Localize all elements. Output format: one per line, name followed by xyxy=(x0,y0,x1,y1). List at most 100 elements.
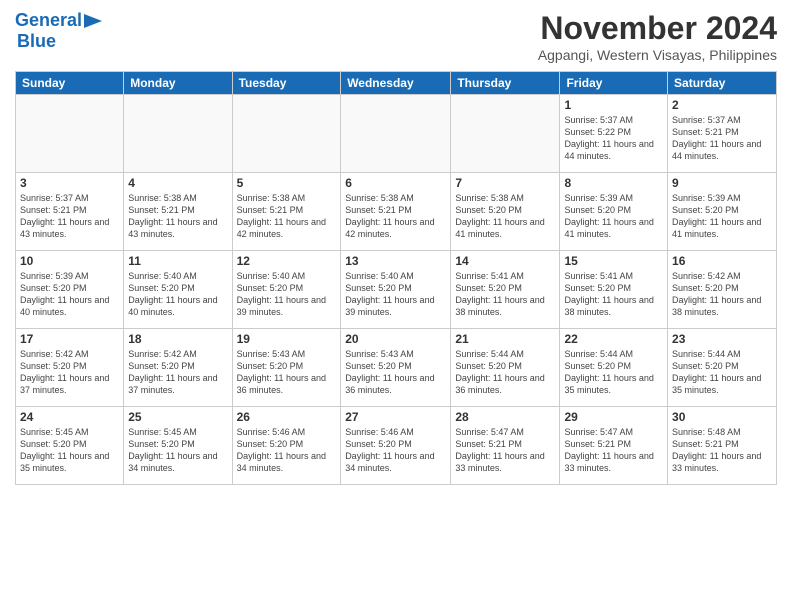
calendar-cell: 7Sunrise: 5:38 AM Sunset: 5:20 PM Daylig… xyxy=(451,173,560,251)
day-info: Sunrise: 5:41 AM Sunset: 5:20 PM Dayligh… xyxy=(455,270,555,319)
week-row-5: 24 Sunrise: 5:45 AM Sunset: 5:20 PM Dayli… xyxy=(16,407,777,485)
calendar-cell: 23Sunrise: 5:44 AM Sunset: 5:20 PM Dayli… xyxy=(668,329,777,407)
day-info: Sunrise: 5:39 AM Sunset: 5:20 PM Dayligh… xyxy=(20,270,119,319)
day-info: Sunrise: 5:38 AM Sunset: 5:21 PM Dayligh… xyxy=(345,192,446,241)
calendar-cell: 8 Sunrise: 5:39 AM Sunset: 5:20 PM Daylig… xyxy=(560,173,668,251)
day-info: Sunrise: 5:41 AM Sunset: 5:20 PM Dayligh… xyxy=(564,270,663,319)
calendar-cell xyxy=(232,95,341,173)
calendar-cell: 5 Sunrise: 5:38 AM Sunset: 5:21 PM Daylig… xyxy=(232,173,341,251)
page: General Blue November 2024 Agpangi, West… xyxy=(0,0,792,612)
calendar-cell: 21 Sunrise: 5:44 AM Sunset: 5:20 PM Dayli… xyxy=(451,329,560,407)
day-number: 29 xyxy=(564,410,663,424)
week-row-3: 10 Sunrise: 5:39 AM Sunset: 5:20 PM Dayli… xyxy=(16,251,777,329)
day-info: Sunrise: 5:46 AM Sunset: 5:20 PM Dayligh… xyxy=(237,426,337,475)
day-info: Sunrise: 5:42 AM Sunset: 5:20 PM Dayligh… xyxy=(128,348,227,397)
day-number: 4 xyxy=(128,176,227,190)
calendar-cell: 29 Sunrise: 5:47 AM Sunset: 5:21 PM Dayli… xyxy=(560,407,668,485)
day-number: 13 xyxy=(345,254,446,268)
calendar-cell: 22Sunrise: 5:44 AM Sunset: 5:20 PM Dayli… xyxy=(560,329,668,407)
day-info: Sunrise: 5:37 AM Sunset: 5:21 PM Dayligh… xyxy=(672,114,772,163)
day-number: 5 xyxy=(237,176,337,190)
day-info: Sunrise: 5:40 AM Sunset: 5:20 PM Dayligh… xyxy=(237,270,337,319)
day-info: Sunrise: 5:45 AM Sunset: 5:20 PM Dayligh… xyxy=(128,426,227,475)
day-number: 20 xyxy=(345,332,446,346)
week-row-4: 17 Sunrise: 5:42 AM Sunset: 5:20 PM Dayli… xyxy=(16,329,777,407)
header: General Blue November 2024 Agpangi, West… xyxy=(15,10,777,63)
day-info: Sunrise: 5:45 AM Sunset: 5:20 PM Dayligh… xyxy=(20,426,119,475)
calendar-cell: 30 Sunrise: 5:48 AM Sunset: 5:21 PM Dayli… xyxy=(668,407,777,485)
day-number: 21 xyxy=(455,332,555,346)
day-number: 18 xyxy=(128,332,227,346)
calendar-cell: 27 Sunrise: 5:46 AM Sunset: 5:20 PM Dayli… xyxy=(341,407,451,485)
day-number: 15 xyxy=(564,254,663,268)
col-header-wednesday: Wednesday xyxy=(341,72,451,95)
week-row-1: 1 Sunrise: 5:37 AM Sunset: 5:22 PM Daylig… xyxy=(16,95,777,173)
calendar-cell: 25Sunrise: 5:45 AM Sunset: 5:20 PM Dayli… xyxy=(124,407,232,485)
calendar-cell: 9Sunrise: 5:39 AM Sunset: 5:20 PM Daylig… xyxy=(668,173,777,251)
day-number: 17 xyxy=(20,332,119,346)
day-info: Sunrise: 5:42 AM Sunset: 5:20 PM Dayligh… xyxy=(20,348,119,397)
day-number: 3 xyxy=(20,176,119,190)
day-number: 1 xyxy=(564,98,663,112)
calendar-cell: 12 Sunrise: 5:40 AM Sunset: 5:20 PM Dayli… xyxy=(232,251,341,329)
calendar-cell: 4 Sunrise: 5:38 AM Sunset: 5:21 PM Daylig… xyxy=(124,173,232,251)
day-number: 8 xyxy=(564,176,663,190)
day-number: 27 xyxy=(345,410,446,424)
calendar-cell: 17 Sunrise: 5:42 AM Sunset: 5:20 PM Dayli… xyxy=(16,329,124,407)
day-info: Sunrise: 5:44 AM Sunset: 5:20 PM Dayligh… xyxy=(564,348,663,397)
logo-arrow-icon xyxy=(82,12,104,30)
calendar-header-row: SundayMondayTuesdayWednesdayThursdayFrid… xyxy=(16,72,777,95)
day-number: 9 xyxy=(672,176,772,190)
day-info: Sunrise: 5:42 AM Sunset: 5:20 PM Dayligh… xyxy=(672,270,772,319)
day-number: 23 xyxy=(672,332,772,346)
day-number: 19 xyxy=(237,332,337,346)
calendar-cell: 2 Sunrise: 5:37 AM Sunset: 5:21 PM Daylig… xyxy=(668,95,777,173)
calendar-cell: 11Sunrise: 5:40 AM Sunset: 5:20 PM Dayli… xyxy=(124,251,232,329)
calendar-cell xyxy=(341,95,451,173)
day-info: Sunrise: 5:47 AM Sunset: 5:21 PM Dayligh… xyxy=(564,426,663,475)
day-number: 28 xyxy=(455,410,555,424)
logo-blue: Blue xyxy=(17,31,56,52)
calendar-cell: 6Sunrise: 5:38 AM Sunset: 5:21 PM Daylig… xyxy=(341,173,451,251)
calendar-cell: 13 Sunrise: 5:40 AM Sunset: 5:20 PM Dayli… xyxy=(341,251,451,329)
day-number: 14 xyxy=(455,254,555,268)
day-info: Sunrise: 5:40 AM Sunset: 5:20 PM Dayligh… xyxy=(345,270,446,319)
day-info: Sunrise: 5:48 AM Sunset: 5:21 PM Dayligh… xyxy=(672,426,772,475)
day-info: Sunrise: 5:37 AM Sunset: 5:22 PM Dayligh… xyxy=(564,114,663,163)
day-number: 24 xyxy=(20,410,119,424)
day-info: Sunrise: 5:38 AM Sunset: 5:21 PM Dayligh… xyxy=(237,192,337,241)
day-info: Sunrise: 5:43 AM Sunset: 5:20 PM Dayligh… xyxy=(345,348,446,397)
calendar-cell: 20 Sunrise: 5:43 AM Sunset: 5:20 PM Dayli… xyxy=(341,329,451,407)
day-info: Sunrise: 5:47 AM Sunset: 5:21 PM Dayligh… xyxy=(455,426,555,475)
day-info: Sunrise: 5:46 AM Sunset: 5:20 PM Dayligh… xyxy=(345,426,446,475)
col-header-sunday: Sunday xyxy=(16,72,124,95)
calendar-cell: 14 Sunrise: 5:41 AM Sunset: 5:20 PM Dayli… xyxy=(451,251,560,329)
day-number: 2 xyxy=(672,98,772,112)
calendar-table: SundayMondayTuesdayWednesdayThursdayFrid… xyxy=(15,71,777,485)
day-number: 16 xyxy=(672,254,772,268)
calendar-cell: 1 Sunrise: 5:37 AM Sunset: 5:22 PM Daylig… xyxy=(560,95,668,173)
calendar-cell: 3 Sunrise: 5:37 AM Sunset: 5:21 PM Daylig… xyxy=(16,173,124,251)
title-block: November 2024 Agpangi, Western Visayas, … xyxy=(538,10,777,63)
day-info: Sunrise: 5:44 AM Sunset: 5:20 PM Dayligh… xyxy=(455,348,555,397)
col-header-monday: Monday xyxy=(124,72,232,95)
calendar-cell: 16 Sunrise: 5:42 AM Sunset: 5:20 PM Dayli… xyxy=(668,251,777,329)
day-number: 30 xyxy=(672,410,772,424)
col-header-thursday: Thursday xyxy=(451,72,560,95)
day-number: 10 xyxy=(20,254,119,268)
day-info: Sunrise: 5:39 AM Sunset: 5:20 PM Dayligh… xyxy=(564,192,663,241)
logo: General Blue xyxy=(15,10,104,52)
col-header-friday: Friday xyxy=(560,72,668,95)
calendar-cell: 10 Sunrise: 5:39 AM Sunset: 5:20 PM Dayli… xyxy=(16,251,124,329)
col-header-tuesday: Tuesday xyxy=(232,72,341,95)
day-info: Sunrise: 5:40 AM Sunset: 5:20 PM Dayligh… xyxy=(128,270,227,319)
day-info: Sunrise: 5:38 AM Sunset: 5:21 PM Dayligh… xyxy=(128,192,227,241)
calendar-cell: 18 Sunrise: 5:42 AM Sunset: 5:20 PM Dayli… xyxy=(124,329,232,407)
calendar-cell: 24 Sunrise: 5:45 AM Sunset: 5:20 PM Dayli… xyxy=(16,407,124,485)
day-info: Sunrise: 5:37 AM Sunset: 5:21 PM Dayligh… xyxy=(20,192,119,241)
calendar-cell xyxy=(451,95,560,173)
day-number: 12 xyxy=(237,254,337,268)
location: Agpangi, Western Visayas, Philippines xyxy=(538,47,777,63)
col-header-saturday: Saturday xyxy=(668,72,777,95)
calendar-cell: 19Sunrise: 5:43 AM Sunset: 5:20 PM Dayli… xyxy=(232,329,341,407)
